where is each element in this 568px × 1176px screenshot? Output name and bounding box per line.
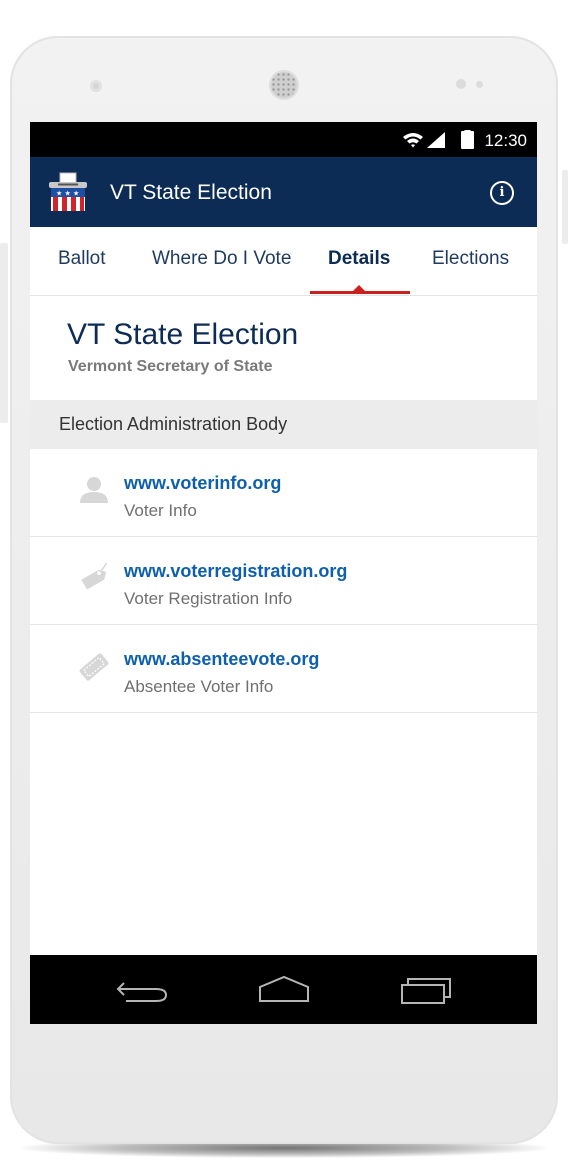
section-header: Election Administration Body bbox=[30, 400, 537, 449]
ticket-icon bbox=[79, 653, 109, 681]
tab-where-do-i-vote[interactable]: Where Do I Vote bbox=[152, 248, 291, 270]
home-icon[interactable] bbox=[254, 973, 314, 1007]
status-bar: 12:30 bbox=[30, 122, 537, 157]
front-camera bbox=[90, 80, 102, 92]
active-tab-caret bbox=[352, 285, 366, 292]
light-sensor bbox=[476, 81, 483, 88]
link-url[interactable]: www.voterregistration.org bbox=[124, 561, 347, 582]
person-icon bbox=[80, 477, 108, 503]
battery-icon bbox=[461, 130, 474, 149]
info-button[interactable]: i bbox=[490, 181, 514, 205]
tab-details[interactable]: Details bbox=[328, 248, 390, 270]
tab-elections[interactable]: Elections bbox=[432, 248, 509, 270]
link-description: Absentee Voter Info bbox=[124, 677, 274, 696]
section-header-label: Election Administration Body bbox=[59, 414, 288, 434]
back-icon[interactable] bbox=[112, 973, 172, 1007]
election-organization: Vermont Secretary of State bbox=[68, 358, 273, 375]
election-title: VT State Election bbox=[67, 318, 299, 351]
phone-side-button-left bbox=[0, 243, 8, 423]
ballot-box-icon: ★ ★ ★ bbox=[49, 172, 87, 211]
phone-side-button-right bbox=[562, 170, 568, 244]
list-item-voter-registration[interactable]: www.voterregistration.org Voter Registra… bbox=[30, 537, 537, 625]
status-icons bbox=[403, 130, 474, 149]
info-icon: i bbox=[499, 185, 505, 200]
tag-icon bbox=[81, 562, 107, 590]
earpiece-speaker bbox=[271, 72, 297, 98]
app-bar: ★ ★ ★ VT State Election i bbox=[30, 157, 537, 227]
proximity-sensor bbox=[456, 79, 466, 89]
link-url[interactable]: www.absenteevote.org bbox=[124, 649, 319, 670]
tab-bar: Ballot Where Do I Vote Details Elections bbox=[30, 227, 537, 296]
list-item-voter-info[interactable]: www.voterinfo.org Voter Info bbox=[30, 449, 537, 537]
link-description: Voter Registration Info bbox=[124, 589, 293, 608]
link-description: Voter Info bbox=[124, 501, 197, 520]
link-url[interactable]: www.voterinfo.org bbox=[124, 473, 281, 494]
app-title: VT State Election bbox=[110, 181, 272, 204]
screen: 12:30 ★ ★ ★ VT State Election i Ballot W… bbox=[30, 122, 537, 1024]
signal-icon bbox=[427, 132, 445, 148]
recent-apps-icon[interactable] bbox=[394, 973, 454, 1007]
wifi-icon bbox=[403, 133, 423, 148]
list-item-absentee-vote[interactable]: www.absenteevote.org Absentee Voter Info bbox=[30, 625, 537, 713]
navigation-bar bbox=[30, 955, 537, 1024]
tab-ballot[interactable]: Ballot bbox=[58, 248, 106, 270]
svg-text:★ ★ ★: ★ ★ ★ bbox=[56, 190, 79, 198]
status-time: 12:30 bbox=[484, 131, 527, 150]
